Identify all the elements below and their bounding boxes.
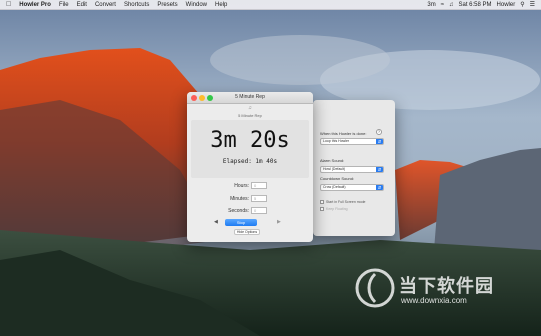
watermark-url: www.downxia.com xyxy=(401,296,467,305)
when-done-select[interactable]: Loop this Howler ⇵ xyxy=(320,138,384,145)
checkbox-box[interactable] xyxy=(320,200,324,205)
seconds-field[interactable]: 0 xyxy=(251,207,267,214)
checkbox-box[interactable] xyxy=(320,207,324,212)
seconds-row: Seconds: 0 xyxy=(187,207,313,216)
menu-help[interactable]: Help xyxy=(215,0,227,10)
options-panel: When this Howler is done: ? Loop this Ho… xyxy=(313,100,395,236)
menu-presets[interactable]: Presets xyxy=(157,0,177,10)
seconds-label: Seconds: xyxy=(228,208,249,214)
minutes-field[interactable]: 5 xyxy=(251,195,267,202)
elapsed-time: Elapsed: 1m 40s xyxy=(222,158,278,165)
volume-icon[interactable]: ♫ xyxy=(449,0,454,10)
search-icon[interactable]: ⚲ xyxy=(520,0,524,10)
minutes-label: Minutes: xyxy=(230,196,249,202)
alarm-sound-value: Howl (Default) xyxy=(323,167,346,171)
floating-label: Keep Floating xyxy=(326,207,348,211)
hide-options-button[interactable]: Hide Options xyxy=(234,229,260,235)
watermark: 当下软件园 www.downxia.com xyxy=(355,268,535,316)
alarm-sound-label: Alarm Sound: xyxy=(320,158,345,163)
volume-up-icon[interactable]: ▶ xyxy=(277,219,281,225)
status-timer[interactable]: 3m xyxy=(427,0,435,10)
menu-convert[interactable]: Convert xyxy=(95,0,116,10)
status-area: 3m ≈ ♫ Sat 6:58 PM Howler ⚲ ☰ xyxy=(422,0,535,10)
menu-edit[interactable]: Edit xyxy=(77,0,87,10)
title-bar[interactable]: 5 Minute Rep xyxy=(187,92,313,104)
alarm-sound-select[interactable]: Howl (Default) ⇵ xyxy=(320,166,384,173)
countdown-sound-select[interactable]: Crow (Default) ⇵ xyxy=(320,184,384,191)
timer-window: 5 Minute Rep ♫ 5 Minute Rep 3m 20s Elaps… xyxy=(187,92,313,242)
help-button[interactable]: ? xyxy=(376,129,382,135)
countdown-sound-value: Crow (Default) xyxy=(323,185,346,189)
menu-window[interactable]: Window xyxy=(186,0,207,10)
fullscreen-label: Start in Full Screen mode xyxy=(326,200,366,204)
chevron-down-icon: ⇵ xyxy=(376,185,383,190)
list-icon[interactable]: ☰ xyxy=(530,0,535,10)
app-menu[interactable]: Howler Pro xyxy=(19,0,51,10)
when-done-value: Loop this Howler xyxy=(323,139,350,143)
menu-shortcuts[interactable]: Shortcuts xyxy=(124,0,149,10)
watermark-logo-icon xyxy=(355,268,395,308)
floating-checkbox[interactable]: Keep Floating xyxy=(320,207,348,212)
watermark-text: 当下软件园 xyxy=(399,276,494,296)
hours-label: Hours: xyxy=(234,183,249,189)
remaining-time: 3m 20s xyxy=(210,128,290,153)
wifi-icon[interactable]: ≈ xyxy=(441,0,444,10)
minutes-row: Minutes: 5 xyxy=(187,195,313,204)
menu-file[interactable]: File xyxy=(59,0,69,10)
chevron-down-icon: ⇵ xyxy=(376,167,383,172)
hours-row: Hours: 0 xyxy=(187,182,313,191)
chevron-down-icon: ⇵ xyxy=(376,139,383,144)
timer-display: 3m 20s Elapsed: 1m 40s xyxy=(191,120,309,178)
status-clock[interactable]: Sat 6:58 PM xyxy=(459,0,492,10)
apple-menu-icon[interactable]:  xyxy=(6,0,11,10)
fullscreen-checkbox[interactable]: Start in Full Screen mode xyxy=(320,200,366,205)
volume-down-icon[interactable]: ◀ xyxy=(214,219,218,225)
when-done-label: When this Howler is done: xyxy=(320,131,367,136)
start-stop-button[interactable]: Stop xyxy=(225,219,257,226)
status-app[interactable]: Howler xyxy=(497,0,516,10)
window-title: 5 Minute Rep xyxy=(235,94,265,100)
countdown-sound-label: Countdown Sound: xyxy=(320,176,355,181)
hours-field[interactable]: 0 xyxy=(251,182,267,189)
speaker-icon: ♫ xyxy=(248,105,252,111)
menu-bar:  Howler Pro File Edit Convert Shortcuts… xyxy=(0,0,541,10)
timer-name: 5 Minute Rep xyxy=(238,113,262,118)
